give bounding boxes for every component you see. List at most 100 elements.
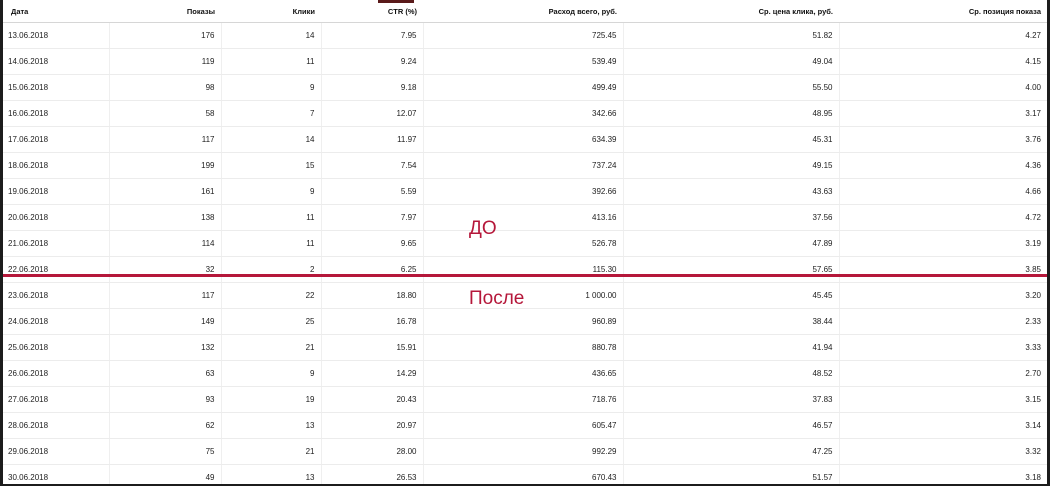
cell-ctr: 6.25 — [320, 256, 423, 283]
cell-avg-cpc: 37.83 — [622, 386, 839, 413]
table-row: 16.06.2018 58 7 12.07 342.66 48.95 3.17 — [3, 100, 1047, 127]
after-label: После — [469, 288, 525, 309]
cell-avg-cpc: 37.56 — [622, 204, 839, 231]
cell-date: 27.06.2018 — [3, 386, 109, 413]
table-body: 13.06.2018 176 14 7.95 725.45 51.82 4.27 14.06.… — [3, 22, 1047, 484]
cell-shows: 199 — [108, 152, 221, 179]
header-row: Дата Показы Клики CTR (%) Расход всего, руб.… — [3, 0, 1047, 23]
cell-date: 26.06.2018 — [3, 360, 109, 387]
cell-ctr: 9.18 — [320, 74, 423, 101]
column-header-avg-position[interactable]: Ср. позиция показа — [839, 0, 1047, 23]
cell-cost: 634.39 — [422, 126, 623, 153]
cell-cost: 413.16 — [422, 204, 623, 231]
table-row: 22.06.2018 32 2 6.25 115.30 57.65 3.85 — [3, 256, 1047, 283]
cell-shows: 117 — [108, 126, 221, 153]
cell-clicks: 11 — [220, 48, 321, 75]
cell-clicks: 13 — [220, 464, 321, 484]
cell-cost: 880.78 — [422, 334, 623, 361]
table-row: 29.06.2018 75 21 28.00 992.29 47.25 3.32 — [3, 438, 1047, 465]
column-header-clicks[interactable]: Клики — [221, 0, 321, 23]
cell-clicks: 25 — [220, 308, 321, 335]
cell-avg-cpc: 49.04 — [622, 48, 839, 75]
cell-date: 19.06.2018 — [3, 178, 109, 205]
table-row: 28.06.2018 62 13 20.97 605.47 46.57 3.14 — [3, 412, 1047, 439]
table-row: 15.06.2018 98 9 9.18 499.49 55.50 4.00 — [3, 74, 1047, 101]
cell-avg-position: 3.15 — [838, 386, 1047, 413]
decoration — [378, 0, 414, 3]
cell-date: 24.06.2018 — [3, 308, 109, 335]
cell-cost: 718.76 — [422, 386, 623, 413]
cell-shows: 63 — [108, 360, 221, 387]
cell-date: 29.06.2018 — [3, 438, 109, 465]
cell-clicks: 9 — [220, 360, 321, 387]
cell-shows: 98 — [108, 74, 221, 101]
table-row: 18.06.2018 199 15 7.54 737.24 49.15 4.36 — [3, 152, 1047, 179]
cell-avg-position: 2.70 — [838, 360, 1047, 387]
column-header-cost[interactable]: Расход всего, руб. — [423, 0, 623, 23]
cell-shows: 161 — [108, 178, 221, 205]
cell-date: 17.06.2018 — [3, 126, 109, 153]
cell-ctr: 9.65 — [320, 230, 423, 257]
cell-avg-cpc: 51.57 — [622, 464, 839, 484]
cell-shows: 75 — [108, 438, 221, 465]
cell-ctr: 11.97 — [320, 126, 423, 153]
cell-cost: 115.30 — [422, 256, 623, 283]
cell-clicks: 9 — [220, 178, 321, 205]
cell-avg-position: 4.72 — [838, 204, 1047, 231]
cell-clicks: 2 — [220, 256, 321, 283]
cell-date: 15.06.2018 — [3, 74, 109, 101]
cell-avg-position: 3.17 — [838, 100, 1047, 127]
column-header-avg-cpc[interactable]: Ср. цена клика, руб. — [623, 0, 839, 23]
cell-avg-position: 4.66 — [838, 178, 1047, 205]
cell-avg-cpc: 57.65 — [622, 256, 839, 283]
cell-clicks: 22 — [220, 282, 321, 309]
cell-cost: 725.45 — [422, 22, 623, 49]
before-after-divider — [3, 274, 1047, 277]
cell-shows: 58 — [108, 100, 221, 127]
cell-clicks: 11 — [220, 204, 321, 231]
cell-cost: 605.47 — [422, 412, 623, 439]
cell-cost: 526.78 — [422, 230, 623, 257]
cell-ctr: 26.53 — [320, 464, 423, 484]
cell-avg-position: 4.00 — [838, 74, 1047, 101]
cell-clicks: 21 — [220, 438, 321, 465]
stats-table: Дата Показы Клики CTR (%) Расход всего, руб.… — [3, 0, 1047, 484]
cell-cost: 670.43 — [422, 464, 623, 484]
cell-clicks: 9 — [220, 74, 321, 101]
cell-avg-position: 3.32 — [838, 438, 1047, 465]
cell-ctr: 9.24 — [320, 48, 423, 75]
cell-clicks: 7 — [220, 100, 321, 127]
cell-ctr: 18.80 — [320, 282, 423, 309]
cell-ctr: 16.78 — [320, 308, 423, 335]
table-row: 14.06.2018 119 11 9.24 539.49 49.04 4.15 — [3, 48, 1047, 75]
table-row: 26.06.2018 63 9 14.29 436.65 48.52 2.70 — [3, 360, 1047, 387]
cell-avg-position: 4.27 — [838, 22, 1047, 49]
cell-avg-cpc: 41.94 — [622, 334, 839, 361]
cell-avg-position: 3.33 — [838, 334, 1047, 361]
column-header-date[interactable]: Дата — [3, 0, 109, 23]
cell-ctr: 20.97 — [320, 412, 423, 439]
table-row: 27.06.2018 93 19 20.43 718.76 37.83 3.15 — [3, 386, 1047, 413]
cell-date: 30.06.2018 — [3, 464, 109, 484]
cell-shows: 62 — [108, 412, 221, 439]
stats-table-panel: Дата Показы Клики CTR (%) Расход всего, руб.… — [3, 0, 1047, 484]
table-row: 23.06.2018 117 22 18.80 1 000.00 45.45 3.20 — [3, 282, 1047, 309]
table-row: 21.06.2018 114 11 9.65 526.78 47.89 3.19 — [3, 230, 1047, 257]
cell-cost: 342.66 — [422, 100, 623, 127]
cell-cost: 499.49 — [422, 74, 623, 101]
cell-clicks: 21 — [220, 334, 321, 361]
cell-cost: 737.24 — [422, 152, 623, 179]
column-header-ctr[interactable]: CTR (%) — [321, 0, 423, 23]
column-header-shows[interactable]: Показы — [109, 0, 221, 23]
before-label: ДО — [469, 218, 497, 239]
cell-avg-position: 3.76 — [838, 126, 1047, 153]
table-row: 25.06.2018 132 21 15.91 880.78 41.94 3.33 — [3, 334, 1047, 361]
cell-avg-position: 3.18 — [838, 464, 1047, 484]
cell-avg-cpc: 46.57 — [622, 412, 839, 439]
table-row: 19.06.2018 161 9 5.59 392.66 43.63 4.66 — [3, 178, 1047, 205]
cell-shows: 149 — [108, 308, 221, 335]
cell-cost: 960.89 — [422, 308, 623, 335]
cell-ctr: 5.59 — [320, 178, 423, 205]
cell-avg-position: 4.15 — [838, 48, 1047, 75]
table-row: 20.06.2018 138 11 7.97 413.16 37.56 4.72 — [3, 204, 1047, 231]
